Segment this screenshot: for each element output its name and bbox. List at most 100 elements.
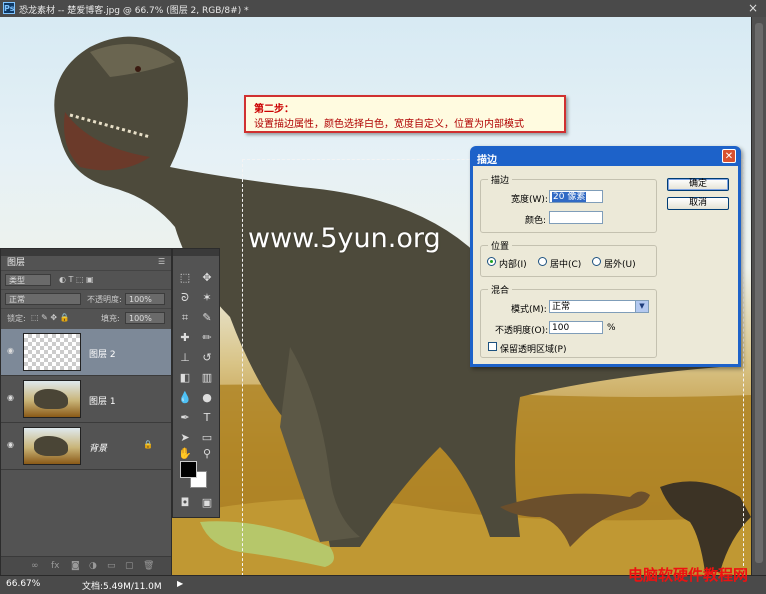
history-brush-tool-icon[interactable]: ↺ bbox=[198, 349, 216, 366]
fx-icon[interactable]: fx bbox=[51, 561, 60, 571]
scrollbar-thumb[interactable] bbox=[755, 23, 763, 563]
blend-mode-select[interactable]: 正常 ▼ bbox=[549, 300, 649, 313]
layer-name: 图层 2 bbox=[89, 350, 116, 360]
quick-mask-icon[interactable]: ◘ bbox=[176, 494, 194, 511]
layers-footer: ∞ fx ◙ ◑ ▭ ▢ 🗑 bbox=[1, 556, 171, 575]
pen-tool-icon[interactable]: ✒ bbox=[176, 409, 194, 426]
layer-filter-select[interactable]: 类型 bbox=[5, 274, 51, 286]
layer-row[interactable]: ◉ 背景 🔒 bbox=[1, 423, 171, 470]
link-icon[interactable]: ∞ bbox=[31, 561, 39, 571]
trash-icon[interactable]: 🗑 bbox=[143, 561, 154, 571]
opacity-input[interactable]: 100 bbox=[549, 321, 603, 334]
dialog-title: 描边 bbox=[477, 155, 497, 166]
dialog-body: 描边 宽度(W): 20 像素 颜色: 位置 内部(I) 居中(C) 居外(U)… bbox=[473, 166, 738, 364]
chevron-down-icon: ▼ bbox=[635, 301, 648, 312]
folder-icon[interactable]: ▭ bbox=[107, 561, 116, 571]
stamp-tool-icon[interactable]: ⊥ bbox=[176, 349, 194, 366]
position-group: 位置 内部(I) 居中(C) 居外(U) bbox=[480, 239, 657, 277]
color-swatch[interactable] bbox=[549, 211, 603, 224]
brush-tool-icon[interactable]: ✏ bbox=[198, 329, 216, 346]
new-layer-icon[interactable]: ▢ bbox=[125, 561, 134, 571]
radio-inside-label[interactable]: 内部(I) bbox=[499, 257, 527, 270]
opacity-label: 不透明度(O): bbox=[495, 326, 549, 336]
visibility-eye-icon[interactable]: ◉ bbox=[7, 347, 17, 355]
preserve-transparency-label[interactable]: 保留透明区域(P) bbox=[500, 342, 566, 355]
width-input[interactable]: 20 像素 bbox=[549, 190, 603, 203]
mode-label: 模式(M): bbox=[511, 305, 547, 315]
tutorial-callout: 第二步： 设置描边属性，颜色选择白色，宽度自定义，位置为内部模式 bbox=[244, 95, 566, 133]
watermark-text: 电脑软硬件教程网 bbox=[628, 566, 749, 584]
callout-text: 设置描边属性，颜色选择白色，宽度自定义，位置为内部模式 bbox=[254, 119, 524, 130]
lock-icons[interactable]: ⬚ ✎ ✥ 🔒 bbox=[31, 313, 70, 322]
position-group-label: 位置 bbox=[488, 239, 513, 252]
preserve-transparency-checkbox[interactable] bbox=[488, 342, 497, 351]
document-title: 恐龙素材 -- 楚爱博客.jpg @ 66.7% (图层 2, RGB/8#) … bbox=[19, 6, 249, 16]
path-select-tool-icon[interactable]: ➤ bbox=[176, 429, 194, 446]
layer-opacity-label: 不透明度: bbox=[87, 295, 122, 304]
close-document-icon[interactable]: × bbox=[746, 2, 760, 15]
visibility-eye-icon[interactable]: ◉ bbox=[7, 394, 17, 402]
stroke-group-label: 描边 bbox=[488, 173, 513, 186]
type-tool-icon[interactable]: T bbox=[198, 409, 216, 426]
eyedropper-tool-icon[interactable]: ✎ bbox=[198, 309, 216, 326]
fill-input[interactable]: 100% bbox=[125, 312, 165, 324]
fill-label: 填充: bbox=[101, 314, 120, 323]
magic-wand-tool-icon[interactable]: ✶ bbox=[198, 289, 216, 306]
percent-unit: % bbox=[607, 323, 616, 333]
lock-fill-row: 锁定: ⬚ ✎ ✥ 🔒 填充: 100% bbox=[1, 308, 171, 328]
foreground-color-swatch[interactable] bbox=[180, 461, 197, 478]
visibility-eye-icon[interactable]: ◉ bbox=[7, 441, 17, 449]
layer-name: 背景 bbox=[89, 444, 108, 454]
layer-filter-row: 类型 ◐ T ⬚ ▣ bbox=[1, 270, 171, 290]
toolbox: ⬚ ✥ ᘐ ✶ ⌗ ✎ ✚ ✏ ⊥ ↺ ◧ ▥ 💧 ● ✒ T ➤ ▭ ✋ ⚲ … bbox=[172, 248, 220, 518]
adjustment-icon[interactable]: ◑ bbox=[89, 561, 97, 571]
move-tool-icon[interactable]: ✥ bbox=[198, 269, 216, 286]
toolbox-drag-strip[interactable] bbox=[173, 249, 219, 256]
ok-button[interactable]: 确定 bbox=[667, 178, 729, 191]
lasso-tool-icon[interactable]: ᘐ bbox=[176, 289, 194, 306]
screen-mode-icon[interactable]: ▣ bbox=[198, 494, 216, 511]
radio-center-label[interactable]: 居中(C) bbox=[550, 257, 581, 270]
lock-label: 锁定: bbox=[7, 314, 26, 323]
layer-name: 图层 1 bbox=[89, 397, 116, 407]
filter-icons[interactable]: ◐ T ⬚ ▣ bbox=[59, 275, 94, 284]
photoshop-app-icon: Ps bbox=[3, 2, 15, 14]
status-menu-arrow-icon[interactable]: ▶ bbox=[177, 579, 183, 588]
layer-thumbnail bbox=[23, 380, 81, 418]
layer-row[interactable]: ◉ 图层 2 bbox=[1, 329, 171, 376]
blend-group-label: 混合 bbox=[488, 283, 513, 296]
healing-tool-icon[interactable]: ✚ bbox=[176, 329, 194, 346]
zoom-tool-icon[interactable]: ⚲ bbox=[198, 445, 216, 462]
marquee-tool-icon[interactable]: ⬚ bbox=[176, 269, 194, 286]
radio-inside[interactable] bbox=[487, 257, 496, 266]
tab-layers[interactable]: 图层 bbox=[1, 256, 37, 270]
gradient-tool-icon[interactable]: ▥ bbox=[198, 369, 216, 386]
panel-menu-icon[interactable]: ☰ bbox=[158, 257, 165, 266]
cancel-button[interactable]: 取消 bbox=[667, 197, 729, 210]
mask-icon[interactable]: ◙ bbox=[71, 561, 80, 571]
stroke-group: 描边 宽度(W): 20 像素 颜色: bbox=[480, 173, 657, 233]
layer-opacity-input[interactable]: 100% bbox=[125, 293, 165, 305]
crop-tool-icon[interactable]: ⌗ bbox=[176, 309, 194, 326]
eraser-tool-icon[interactable]: ◧ bbox=[176, 369, 194, 386]
callout-title: 第二步： bbox=[254, 104, 294, 115]
document-title-bar: Ps 恐龙素材 -- 楚爱博客.jpg @ 66.7% (图层 2, RGB/8… bbox=[0, 0, 766, 18]
vertical-scrollbar[interactable] bbox=[751, 17, 766, 575]
stroke-dialog: 描边 ✕ 描边 宽度(W): 20 像素 颜色: 位置 内部(I) 居中(C) … bbox=[470, 146, 741, 367]
hand-tool-icon[interactable]: ✋ bbox=[176, 445, 194, 462]
radio-center[interactable] bbox=[538, 257, 547, 266]
blur-tool-icon[interactable]: 💧 bbox=[176, 389, 194, 406]
panel-drag-strip[interactable] bbox=[1, 249, 171, 256]
radio-outside-label[interactable]: 居外(U) bbox=[604, 257, 636, 270]
zoom-level[interactable]: 66.67% bbox=[6, 579, 40, 589]
close-icon[interactable]: ✕ bbox=[722, 149, 736, 163]
dodge-tool-icon[interactable]: ● bbox=[198, 389, 216, 406]
radio-outside[interactable] bbox=[592, 257, 601, 266]
layer-row[interactable]: ◉ 图层 1 bbox=[1, 376, 171, 423]
color-label: 颜色: bbox=[525, 216, 547, 226]
site-watermark-text: www.5yun.org bbox=[248, 223, 441, 254]
layer-blend-select[interactable]: 正常 bbox=[5, 293, 81, 305]
shape-tool-icon[interactable]: ▭ bbox=[198, 429, 216, 446]
layer-thumbnail bbox=[23, 427, 81, 465]
layers-panel: 图层 ☰ 类型 ◐ T ⬚ ▣ 正常 不透明度: 100% 锁定: ⬚ ✎ ✥ … bbox=[0, 248, 172, 575]
